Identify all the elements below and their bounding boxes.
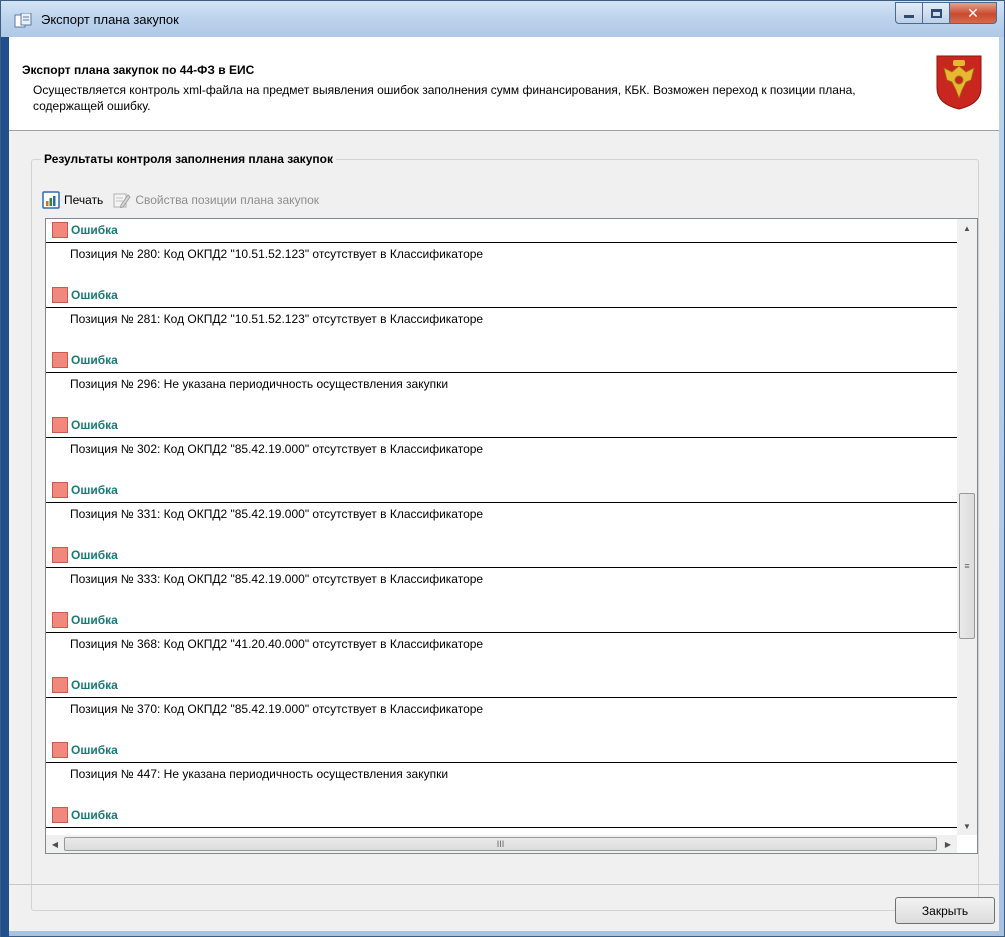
minimize-icon: [904, 14, 914, 18]
results-rows: Ошибка Позиция № 280: Код ОКПД2 "10.51.5…: [46, 219, 957, 835]
horizontal-scroll-thumb[interactable]: III: [64, 837, 937, 851]
error-label: Ошибка: [71, 742, 118, 757]
result-row[interactable]: Ошибка Позиция № 281: Код ОКПД2 "10.51.5…: [46, 280, 957, 345]
header-title: Экспорт плана закупок по 44-ФЗ в ЕИС: [22, 63, 255, 77]
error-square-icon: [52, 806, 68, 823]
error-square-icon: [52, 416, 68, 433]
results-list[interactable]: Ошибка Позиция № 280: Код ОКПД2 "10.51.5…: [45, 218, 978, 854]
print-label: Печать: [64, 193, 104, 207]
minimize-button[interactable]: [895, 2, 923, 24]
header-description: Осуществляется контроль xml-файла на пре…: [33, 83, 856, 113]
result-row[interactable]: Ошибка Позиция № 296: Не указана периоди…: [46, 345, 957, 410]
app-icon: [14, 13, 32, 28]
dialog-body: Экспорт плана закупок по 44-ФЗ в ЕИС Осу…: [9, 37, 999, 931]
result-row[interactable]: Ошибка Позиция № 368: Код ОКПД2 "41.20.4…: [46, 605, 957, 670]
row-separator: [46, 372, 957, 373]
error-message: Позиция № 281: Код ОКПД2 "10.51.52.123" …: [70, 312, 484, 326]
header-panel: Экспорт плана закупок по 44-ФЗ в ЕИС Осу…: [9, 37, 999, 131]
window-border: [1, 37, 9, 937]
scroll-down-icon[interactable]: ▼: [957, 817, 977, 835]
close-window-button[interactable]: ✕: [950, 2, 997, 24]
error-label: Ошибка: [71, 482, 118, 497]
row-separator: [46, 697, 957, 698]
horizontal-scrollbar[interactable]: ◀ III ▶: [46, 835, 957, 853]
maximize-icon: [930, 8, 942, 18]
result-row[interactable]: Ошибка Позиция № 280: Код ОКПД2 "10.51.5…: [46, 219, 957, 280]
group-title: Результаты контроля заполнения плана зак…: [41, 152, 336, 166]
vertical-scroll-thumb[interactable]: ≡: [959, 493, 975, 639]
toolbar: Печать Свойства позиции плана закупок: [42, 190, 329, 210]
control-results-group: Результаты контроля заполнения плана зак…: [31, 152, 979, 911]
row-separator: [46, 762, 957, 763]
vertical-scrollbar[interactable]: ▲ ≡ ▼: [957, 219, 977, 835]
error-label: Ошибка: [71, 612, 118, 627]
error-label: Ошибка: [71, 677, 118, 692]
row-separator: [46, 827, 957, 828]
error-square-icon: [52, 611, 68, 628]
row-separator: [46, 502, 957, 503]
export-dialog-window: Экспорт плана закупок ✕ Экспорт плана за…: [0, 0, 1005, 937]
edit-properties-icon: [113, 193, 131, 209]
error-square-icon: [52, 481, 68, 498]
error-label: Ошибка: [71, 222, 118, 237]
close-icon: ✕: [967, 4, 979, 21]
error-message: Позиция № 333: Код ОКПД2 "85.42.19.000" …: [70, 572, 484, 586]
footer-divider: [9, 884, 999, 885]
close-button[interactable]: Закрыть: [895, 897, 995, 924]
error-label: Ошибка: [71, 417, 118, 432]
row-separator: [46, 307, 957, 308]
row-separator: [46, 567, 957, 568]
properties-button[interactable]: Свойства позиции плана закупок: [113, 191, 319, 209]
error-label: Ошибка: [71, 807, 118, 822]
error-square-icon: [52, 221, 68, 238]
result-row[interactable]: Ошибка Позиция № 370: Код ОКПД2 "85.42.1…: [46, 670, 957, 735]
error-message: Позиция № 368: Код ОКПД2 "41.20.40.000" …: [70, 637, 484, 651]
scroll-right-icon[interactable]: ▶: [939, 835, 957, 853]
window-title: Экспорт плана закупок: [41, 12, 179, 27]
error-message: Позиция № 447: Не указана периодичность …: [70, 767, 449, 781]
error-message: Позиция № 302: Код ОКПД2 "85.42.19.000" …: [70, 442, 484, 456]
result-row[interactable]: Ошибка Позиция № 447: Не указана периоди…: [46, 735, 957, 800]
maximize-button[interactable]: [923, 2, 950, 24]
row-separator: [46, 632, 957, 633]
row-separator: [46, 242, 957, 243]
error-square-icon: [52, 741, 68, 758]
result-row[interactable]: Ошибка Позиция № 302: Код ОКПД2 "85.42.1…: [46, 410, 957, 475]
scroll-up-icon[interactable]: ▲: [957, 219, 977, 237]
result-row[interactable]: Ошибка Позиция № 333: Код ОКПД2 "85.42.1…: [46, 540, 957, 605]
row-separator: [46, 437, 957, 438]
result-row[interactable]: Ошибка Позиция № 331: Код ОКПД2 "85.42.1…: [46, 475, 957, 540]
error-label: Ошибка: [71, 547, 118, 562]
print-button[interactable]: Печать: [42, 191, 103, 209]
title-bar[interactable]: Экспорт плана закупок ✕: [1, 1, 1004, 37]
error-message: Позиция № 296: Не указана периодичность …: [70, 377, 449, 391]
error-label: Ошибка: [71, 352, 118, 367]
error-message: Позиция № 370: Код ОКПД2 "85.42.19.000" …: [70, 702, 484, 716]
error-square-icon: [52, 351, 68, 368]
print-icon: [42, 191, 60, 209]
result-row[interactable]: Ошибка: [46, 800, 957, 835]
error-square-icon: [52, 546, 68, 563]
scroll-left-icon[interactable]: ◀: [46, 835, 64, 853]
error-message: Позиция № 331: Код ОКПД2 "85.42.19.000" …: [70, 507, 484, 521]
error-square-icon: [52, 676, 68, 693]
properties-label: Свойства позиции плана закупок: [135, 193, 319, 207]
error-square-icon: [52, 286, 68, 303]
error-message: Позиция № 280: Код ОКПД2 "10.51.52.123" …: [70, 247, 484, 261]
coat-of-arms-icon: [936, 55, 982, 110]
error-label: Ошибка: [71, 287, 118, 302]
